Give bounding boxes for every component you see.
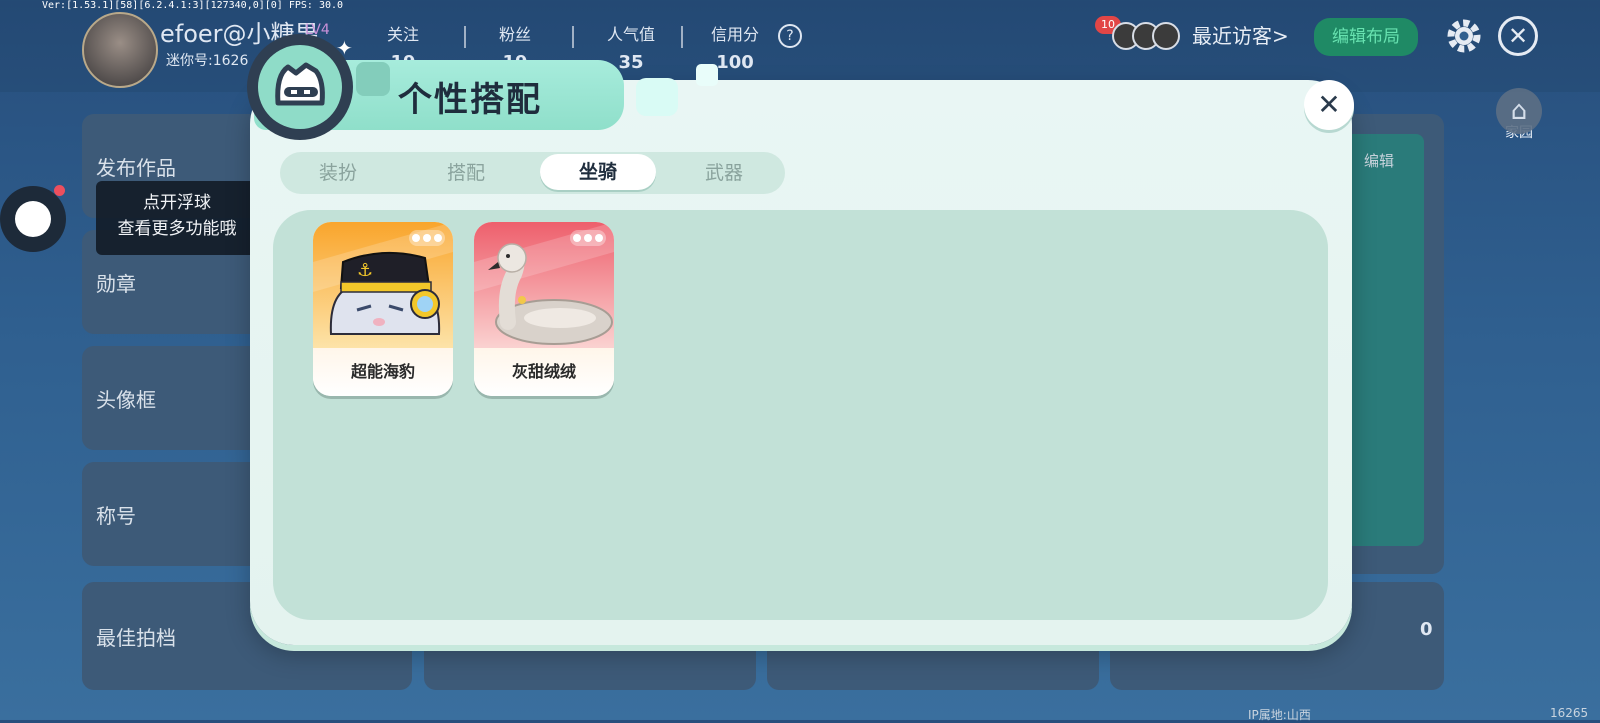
debug-version-text: Ver:[1.53.1][58][6.2.4.1:3][127340,0][0]… xyxy=(42,0,344,11)
stat-fans-label[interactable]: 粉丝 xyxy=(475,21,555,45)
stat-credit-label[interactable]: 信用分 xyxy=(695,21,775,45)
stat-follow-label[interactable]: 关注 xyxy=(363,21,443,45)
close-page-icon[interactable]: ✕ xyxy=(1498,16,1538,56)
bottom-id: 16265 xyxy=(1550,706,1589,720)
tab-outfit[interactable]: 搭配 xyxy=(408,152,524,194)
house-icon: ⌂ xyxy=(1496,88,1542,134)
stat-popularity-label[interactable]: 人气值 xyxy=(591,21,671,45)
recent-visitors-link[interactable]: 最近访客> xyxy=(1192,20,1289,49)
card-label: 发布作品 xyxy=(96,156,176,180)
gear-icon[interactable] xyxy=(1444,16,1484,56)
mascot-icon xyxy=(258,45,342,129)
more-options-icon[interactable] xyxy=(570,230,606,246)
dialog-title: 个性搭配 xyxy=(398,80,542,120)
item-name: 灰甜绒绒 xyxy=(511,362,576,381)
notification-dot xyxy=(54,185,65,196)
dialog-tabs: 装扮 搭配 坐骑 武器 xyxy=(280,152,785,194)
edit-layout-button[interactable]: 编辑布局 xyxy=(1314,18,1418,56)
tab-weapon[interactable]: 武器 xyxy=(666,152,782,194)
tab-costume[interactable]: 装扮 xyxy=(280,152,396,194)
title-decoration xyxy=(696,64,718,86)
tooltip-line: 查看更多功能哦 xyxy=(117,219,237,239)
dialog-close-button[interactable]: ✕ xyxy=(1304,80,1354,130)
right-edit-button[interactable]: 编辑 xyxy=(1364,150,1394,171)
tab-mount[interactable]: 坐骑 xyxy=(540,154,656,190)
bottom-score: 0 xyxy=(1420,619,1433,640)
stat-divider xyxy=(681,26,683,48)
profile-avatar[interactable] xyxy=(82,12,158,88)
home-button[interactable]: ⌂ 家园 xyxy=(1494,88,1544,148)
float-ball-tooltip: 点开浮球 查看更多功能哦 xyxy=(96,181,258,255)
stat-divider xyxy=(464,26,466,48)
card-label: 头像框 xyxy=(96,388,156,412)
title-decoration xyxy=(636,78,678,116)
mount-item-card[interactable]: ⚓ 超能海豹 xyxy=(313,222,453,396)
visitor-avatar[interactable] xyxy=(1152,22,1180,50)
mount-item-card[interactable]: 灰甜绒绒 xyxy=(474,222,614,396)
profile-id: 迷你号:1626 xyxy=(166,53,249,69)
help-icon[interactable]: ? xyxy=(778,24,802,48)
item-name: 超能海豹 xyxy=(350,362,415,381)
stat-divider xyxy=(572,26,574,48)
ip-location: IP属地:山西 xyxy=(1248,708,1311,722)
card-label: 最佳拍档 xyxy=(96,626,176,650)
float-ball-core[interactable] xyxy=(15,201,51,237)
card-label: 勋章 xyxy=(96,272,136,296)
tooltip-line: 点开浮球 xyxy=(143,193,211,213)
title-decoration xyxy=(356,62,390,96)
more-options-icon[interactable] xyxy=(409,230,445,246)
svg-text:⚓: ⚓ xyxy=(357,260,373,281)
card-label: 称号 xyxy=(96,504,136,528)
sparkle-icon: ✦ xyxy=(336,36,353,60)
